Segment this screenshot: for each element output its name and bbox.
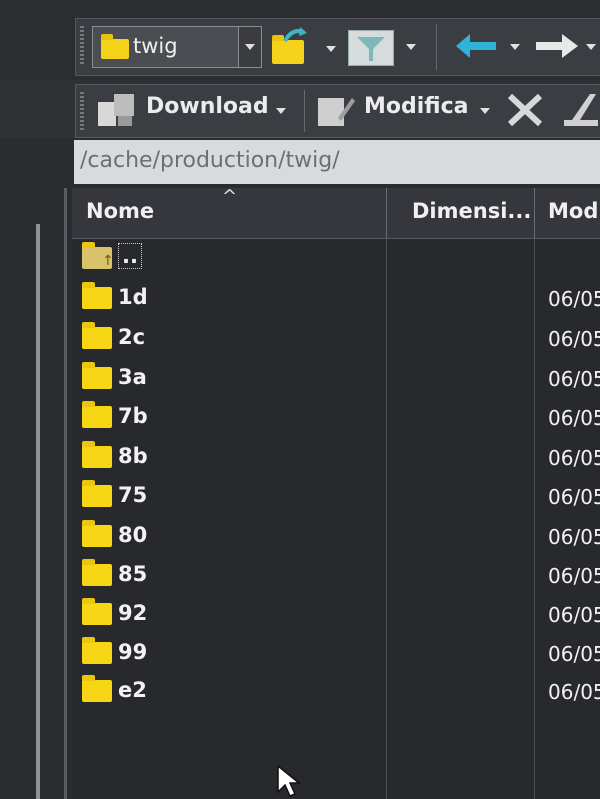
action-toolbar: Download Modifica [0,80,600,138]
toolbar-grip[interactable] [80,92,84,132]
folder-row[interactable]: 7b 06/05 [72,398,600,436]
folder-icon [101,34,129,59]
column-header-modified[interactable]: Mod [548,199,598,223]
folder-row[interactable]: 1d 06/05 [72,279,600,317]
download-button[interactable]: Download [92,88,297,132]
file-date: 06/05 [548,603,600,627]
chevron-down-icon [276,108,286,114]
toolbar-grip[interactable] [80,26,84,66]
file-name: 92 [118,601,148,625]
properties-icon [564,94,598,126]
file-date: 06/05 [548,446,600,470]
file-date: 06/05 [548,525,600,549]
file-name: .. [118,243,142,269]
folder-icon [82,282,112,309]
folder-icon [82,520,112,547]
delete-icon [507,93,543,127]
delete-button[interactable] [504,90,548,130]
file-date: 06/05 [548,642,600,666]
sort-ascending-icon: ^ [222,186,238,207]
file-name: 85 [118,562,148,586]
chevron-down-icon [480,108,490,114]
file-name: e2 [118,678,147,702]
forward-button[interactable] [530,26,600,66]
chevron-down-icon [406,44,416,50]
edit-label: Modifica [364,94,469,119]
filter-icon [348,30,394,66]
folder-icon [82,362,112,389]
folder-combo-value: twig [133,34,178,58]
folder-icon [82,559,112,586]
file-date: 06/05 [548,564,600,588]
tree-scrollbar[interactable] [36,224,40,799]
column-header-name[interactable]: Nome [86,199,154,223]
folder-row[interactable]: 92 06/05 [72,595,600,633]
chevron-down-icon [245,44,255,50]
filter-button[interactable] [348,24,424,68]
folder-row[interactable]: 8b 06/05 [72,438,600,476]
forward-arrow-icon [536,34,578,58]
back-arrow-icon [456,34,496,58]
column-divider[interactable] [386,188,387,238]
file-date: 06/05 [548,485,600,509]
folder-row[interactable]: 75 06/05 [72,477,600,515]
file-date: 06/05 [548,327,600,351]
file-name: 7b [118,404,148,428]
file-date: 06/05 [548,406,600,430]
folder-row[interactable]: e2 06/05 [72,672,600,710]
chevron-down-icon [326,46,336,52]
folder-icon [82,401,112,428]
file-date: 06/05 [548,680,600,704]
folder-icon [82,598,112,625]
folder-icon [82,322,112,349]
back-button[interactable] [448,26,522,66]
folder-row[interactable]: 2c 06/05 [72,319,600,357]
folder-icon [82,637,112,664]
download-icon [98,94,134,126]
refresh-arrow-icon [283,27,307,43]
download-label: Download [146,94,269,119]
chevron-down-icon [510,44,520,50]
column-header-size[interactable]: Dimensi... [412,199,531,223]
folder-row[interactable]: 85 06/05 [72,556,600,594]
file-list[interactable]: ↑ .. 1d 06/05 2c 06/05 3a 06/05 7b 06/05… [72,239,600,799]
file-name: 80 [118,523,148,547]
open-folder-button[interactable] [268,24,336,68]
file-name: 75 [118,483,148,507]
path-value: /cache/production/twig/ [80,148,340,173]
folder-combo-dropdown[interactable] [238,27,261,67]
toolbar-separator [304,90,305,132]
file-name: 8b [118,444,148,468]
properties-button[interactable] [560,90,600,130]
file-date: 06/05 [548,287,600,311]
path-bar: /cache/production/twig/ [0,138,600,188]
parent-folder-row[interactable]: ↑ .. [72,239,600,277]
toolbar-separator [436,24,437,70]
folder-icon [82,480,112,507]
navigation-toolbar: twig [0,0,600,80]
folder-row[interactable]: 99 06/05 [72,634,600,672]
folder-combo[interactable]: twig [92,26,262,68]
file-date: 06/05 [548,367,600,391]
column-divider[interactable] [534,188,535,238]
file-name: 1d [118,285,148,309]
folder-row[interactable]: 80 06/05 [72,517,600,555]
mouse-cursor-icon [277,764,302,797]
pane-splitter[interactable] [64,188,67,799]
folder-row[interactable]: 3a 06/05 [72,359,600,397]
chevron-down-icon [586,44,596,50]
edit-icon [318,98,355,126]
file-name: 2c [118,325,146,349]
folder-icon [82,441,112,468]
edit-button[interactable]: Modifica [312,88,498,132]
folder-icon [82,675,112,702]
file-name: 3a [118,365,147,389]
folder-up-icon: ↑ [82,242,114,269]
file-name: 99 [118,640,148,664]
folder-tree-pane[interactable] [0,188,72,799]
file-list-header: Nome ^ Dimensi... Mod [72,186,600,239]
